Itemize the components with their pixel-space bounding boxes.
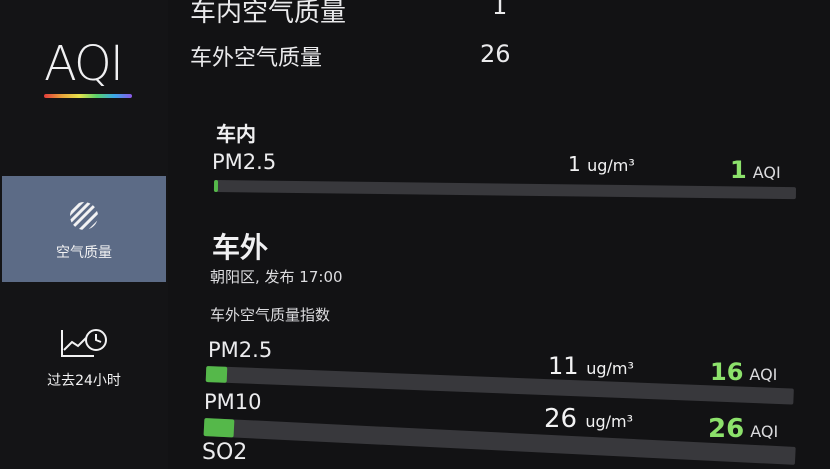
aqi-unit-label: AQI: [749, 365, 778, 384]
pollutant-amount: 11 ug/m³: [548, 352, 634, 380]
summary-outside-label: 车外空气质量: [190, 46, 323, 71]
summary-outside-value: 26: [480, 40, 511, 68]
level-bar-track: [203, 418, 796, 465]
nav-label-history: 过去24小时: [47, 373, 121, 389]
pollutant-amount-value: 26: [544, 404, 578, 434]
logo-text: AQI: [44, 36, 124, 92]
pollutant-unit: ug/m³: [585, 412, 634, 431]
pollutant-amount-value: 11: [548, 352, 579, 380]
pollutant-amount-value: 1: [568, 152, 581, 176]
pollutant-unit: ug/m³: [587, 156, 635, 175]
aqi-logo: AQI: [44, 36, 136, 98]
outside-index-label: 车外空气质量指数: [210, 306, 331, 324]
pollutant-amount: 1 ug/m³: [568, 152, 635, 176]
level-bar-fill: [213, 180, 219, 193]
level-bar-track: [213, 180, 797, 200]
pollutant-name: PM2.5: [208, 338, 273, 362]
summary-inside-value: 1: [492, 0, 508, 20]
pollutant-name: SO2: [202, 440, 248, 465]
summary-inside: 车内空气质量 1: [190, 0, 507, 29]
nav-label-air-quality: 空气质量: [56, 245, 112, 261]
pollutant-aqi: 26 AQI: [708, 414, 778, 444]
pollutant-aqi-value: 16: [710, 358, 744, 386]
pollutant-aqi: 1 AQI: [730, 156, 781, 184]
level-bar-fill: [203, 418, 235, 438]
sidebar: AQI 空气质量 过去24小时: [0, 0, 168, 469]
logo-color-bar: [44, 94, 132, 98]
pollutant-aqi: 16 AQI: [710, 358, 777, 386]
outside-subtitle: 朝阳区, 发布 17:00: [210, 268, 343, 286]
nav-item-air-quality[interactable]: 空气质量: [2, 176, 166, 282]
aqi-unit-label: AQI: [752, 163, 781, 182]
nav-item-history[interactable]: 过去24小时: [2, 326, 166, 406]
air-quality-icon: [70, 202, 98, 230]
aqi-unit-label: AQI: [750, 422, 779, 441]
summary-outside: 车外空气质量 26: [190, 40, 511, 72]
summary-inside-label: 车内空气质量: [190, 0, 347, 28]
outside-section-title: 车外: [212, 231, 269, 264]
history-chart-icon: [61, 329, 107, 357]
pollutant-aqi-value: 1: [730, 156, 747, 184]
level-bar-fill: [205, 366, 228, 383]
pollutant-unit: ug/m³: [586, 359, 634, 378]
level-bar-track: [205, 366, 794, 405]
pollutant-name: PM2.5: [212, 150, 277, 174]
pollutant-amount: 26 ug/m³: [544, 404, 633, 434]
inside-section-title: 车内: [216, 122, 256, 146]
pollutant-name: PM10: [204, 390, 262, 414]
main-panel: 车内空气质量 1 车外空气质量 26 车内 PM2.5 1 ug/m³ 1 AQI…: [168, 0, 830, 469]
pollutant-aqi-value: 26: [708, 414, 745, 444]
